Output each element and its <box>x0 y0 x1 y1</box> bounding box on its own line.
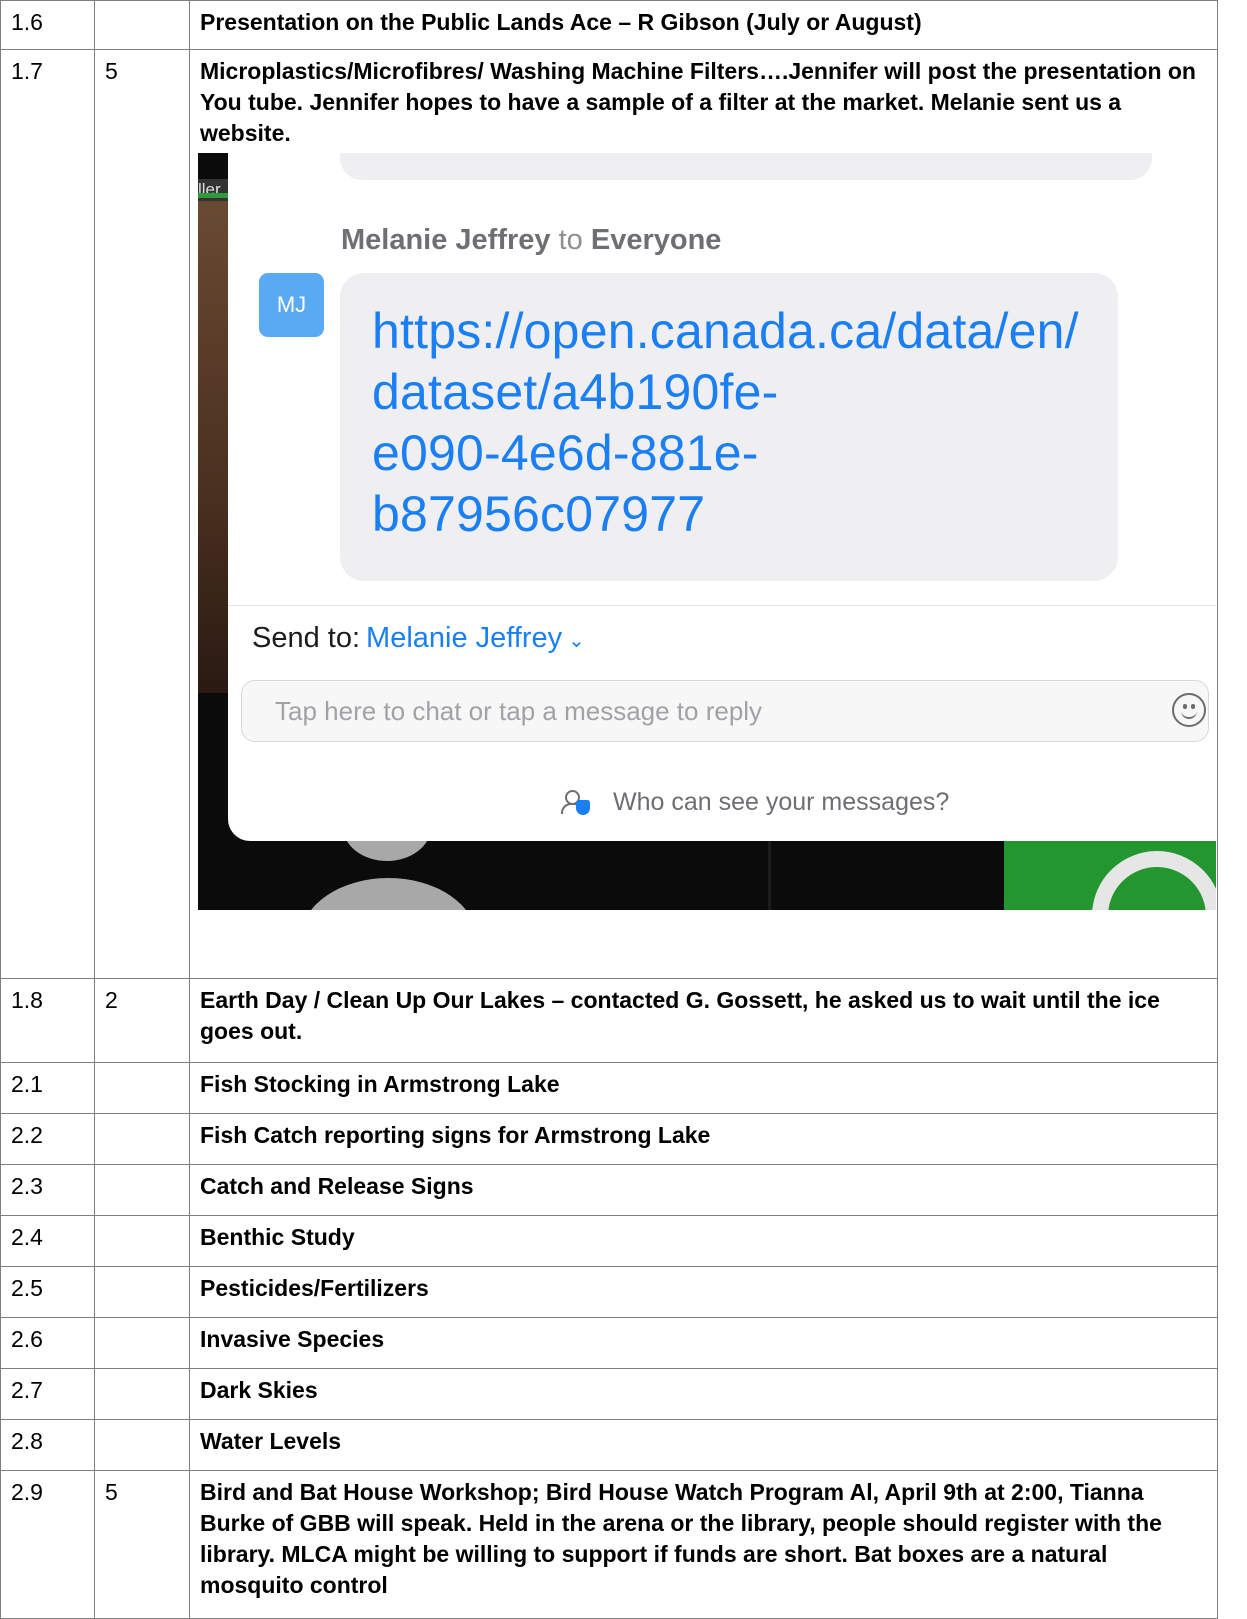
chat-panel: Melanie Jeffrey to Everyone MJ https://o… <box>228 153 1216 841</box>
item-text: Dark Skies <box>189 1368 1218 1420</box>
message-bubble[interactable]: https://open.canada.ca/data/en/ dataset/… <box>340 273 1118 581</box>
item-text: Fish Stocking in Armstrong Lake <box>189 1062 1218 1114</box>
table-row: 1.6 Presentation on the Public Lands Ace… <box>0 0 1218 50</box>
link-line[interactable]: https://open.canada.ca/data/en/ <box>372 301 1112 362</box>
table-row: 2.1 Fish Stocking in Armstrong Lake <box>0 1062 1218 1114</box>
item-text: Microplastics/Microfibres/ Washing Machi… <box>200 58 1196 146</box>
item-text: Invasive Species <box>189 1317 1218 1369</box>
item-number: 2.6 <box>0 1317 95 1369</box>
item-text: Fish Catch reporting signs for Armstrong… <box>189 1113 1218 1165</box>
phone-icon <box>1092 851 1216 910</box>
item-text: Pesticides/Fertilizers <box>189 1266 1218 1318</box>
privacy-text[interactable]: Who can see your messages? <box>613 788 949 816</box>
item-count: 2 <box>94 978 190 1063</box>
tile-divider <box>768 833 771 910</box>
previous-message-bubble <box>340 153 1152 180</box>
item-count <box>94 1419 190 1471</box>
sender-to-label: to <box>558 224 583 256</box>
video-tile-background <box>198 193 232 693</box>
agenda-table: 1.6 Presentation on the Public Lands Ace… <box>0 0 1218 1619</box>
sender-name: Melanie Jeffrey <box>341 224 551 256</box>
item-text: Catch and Release Signs <box>189 1164 1218 1216</box>
send-to-recipient-selector[interactable]: Melanie Jeffrey <box>366 622 562 654</box>
item-count <box>94 1266 190 1318</box>
item-number: 1.7 <box>0 49 95 979</box>
sender-avatar: MJ <box>259 273 324 337</box>
item-text: Benthic Study <box>189 1215 1218 1267</box>
chat-screenshot: ller Melanie Jeffrey to Everyone MJ http… <box>198 153 1216 910</box>
item-number: 1.6 <box>0 0 95 50</box>
item-text: Water Levels <box>189 1419 1218 1471</box>
item-count: 5 <box>94 1470 190 1619</box>
item-number: 2.9 <box>0 1470 95 1619</box>
item-number: 2.7 <box>0 1368 95 1420</box>
table-row: 2.7 Dark Skies <box>0 1368 1218 1420</box>
table-row: 1.8 2 Earth Day / Clean Up Our Lakes – c… <box>0 978 1218 1063</box>
table-row: 2.3 Catch and Release Signs <box>0 1164 1218 1216</box>
participant-avatar-body <box>301 878 476 910</box>
item-count: 5 <box>94 49 190 979</box>
chevron-down-icon[interactable]: ⌄ <box>568 630 585 652</box>
message-header: Melanie Jeffrey to Everyone <box>341 221 721 259</box>
item-count <box>94 1215 190 1267</box>
item-number: 2.3 <box>0 1164 95 1216</box>
table-row: 2.2 Fish Catch reporting signs for Armst… <box>0 1113 1218 1165</box>
send-to-label: Send to: <box>252 622 361 654</box>
item-text: Bird and Bat House Workshop; Bird House … <box>189 1470 1218 1619</box>
recipient-group: Everyone <box>590 224 722 256</box>
video-tile-border <box>198 193 232 198</box>
item-cell-with-screenshot: Microplastics/Microfibres/ Washing Machi… <box>189 49 1218 979</box>
table-row: 2.6 Invasive Species <box>0 1317 1218 1369</box>
divider <box>228 605 1216 606</box>
table-row: 2.5 Pesticides/Fertilizers <box>0 1266 1218 1318</box>
item-count <box>94 1317 190 1369</box>
item-count <box>94 1062 190 1114</box>
send-to-row: Send to: Melanie Jeffrey ⌄ <box>252 618 585 661</box>
item-number: 2.2 <box>0 1113 95 1165</box>
chat-input-placeholder[interactable]: Tap here to chat or tap a message to rep… <box>275 693 762 729</box>
chat-input[interactable]: Tap here to chat or tap a message to rep… <box>241 680 1209 742</box>
privacy-info-link[interactable]: Who can see your messages? <box>561 785 949 819</box>
table-row: 2.4 Benthic Study <box>0 1215 1218 1267</box>
item-number: 2.8 <box>0 1419 95 1471</box>
item-number: 1.8 <box>0 978 95 1063</box>
item-count <box>94 1368 190 1420</box>
message-link[interactable]: https://open.canada.ca/data/en/ dataset/… <box>372 301 1112 545</box>
smiley-face-icon[interactable] <box>1172 693 1206 727</box>
table-row: 2.9 5 Bird and Bat House Workshop; Bird … <box>0 1470 1218 1619</box>
item-number: 2.5 <box>0 1266 95 1318</box>
item-text: Presentation on the Public Lands Ace – R… <box>189 0 1218 50</box>
table-row: 2.8 Water Levels <box>0 1419 1218 1471</box>
green-video-tile <box>1004 841 1216 910</box>
person-shield-icon <box>561 788 595 818</box>
item-count <box>94 1113 190 1165</box>
link-line[interactable]: dataset/a4b190fe- <box>372 362 1112 423</box>
link-line[interactable]: b87956c07977 <box>372 484 1112 545</box>
item-number: 2.4 <box>0 1215 95 1267</box>
item-count <box>94 0 190 50</box>
item-text: Earth Day / Clean Up Our Lakes – contact… <box>189 978 1218 1063</box>
item-count <box>94 1164 190 1216</box>
item-number: 2.1 <box>0 1062 95 1114</box>
link-line[interactable]: e090-4e6d-881e- <box>372 423 1112 484</box>
table-row: 1.7 5 Microplastics/Microfibres/ Washing… <box>0 49 1218 979</box>
